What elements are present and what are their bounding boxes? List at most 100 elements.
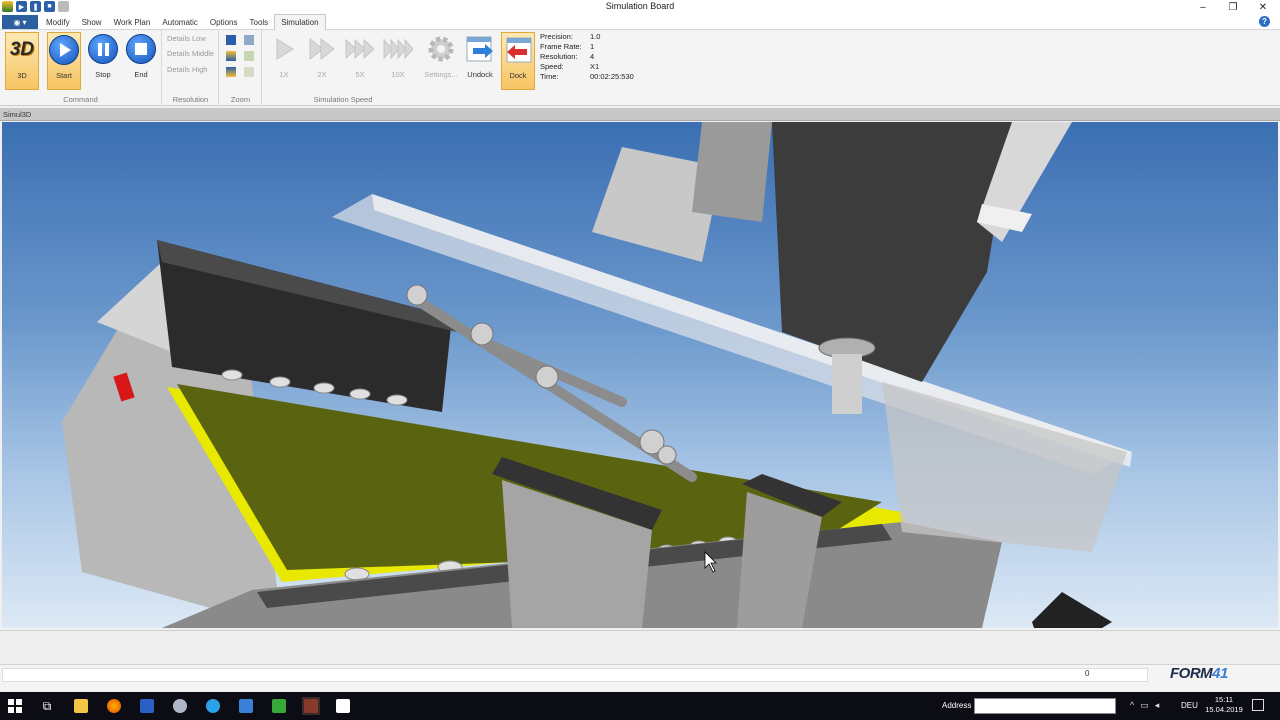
zoom-group-label: Zoom xyxy=(230,95,251,104)
right-rail xyxy=(882,382,1127,552)
simul3d-title: Simul3D xyxy=(3,110,32,119)
help-icon[interactable]: ? xyxy=(1259,16,1270,27)
menu-bar: ◉ ▾ Modify Show Work Plan Automatic Opti… xyxy=(0,14,1280,30)
settings-button[interactable]: Settings... xyxy=(423,32,459,90)
stop-icon xyxy=(126,34,156,64)
tab-work-plan[interactable]: Work Plan xyxy=(108,14,157,30)
clock-time: 15:11 xyxy=(1214,695,1234,704)
stop-button[interactable]: Stop xyxy=(86,32,120,90)
speed-10x-label: 10X xyxy=(391,70,405,79)
file-menu-button[interactable]: ◉ ▾ xyxy=(2,15,38,29)
system-tray: ^ ▭ ◂ xyxy=(1130,700,1159,711)
frame-rate-label: Frame Rate: xyxy=(540,42,582,51)
ribbon: 3D 3D Start Stop End Command Details Low… xyxy=(0,30,1280,106)
minimize-icon[interactable]: – xyxy=(1188,0,1218,14)
resolution-value: 4 xyxy=(590,52,595,61)
gear-icon xyxy=(428,36,454,62)
speed-10x-button[interactable]: 10X xyxy=(381,32,415,90)
task-view-icon[interactable]: ⧉ xyxy=(38,697,56,715)
tab-options[interactable]: Options xyxy=(204,14,244,30)
resolution-group: Details Low Details Middle Details High … xyxy=(163,30,219,106)
camtasia-icon[interactable] xyxy=(270,697,288,715)
file-explorer-icon[interactable] xyxy=(72,697,90,715)
chevron-up-icon[interactable]: ^ xyxy=(1130,700,1134,711)
status-value: 0 xyxy=(1085,669,1090,678)
zoom-fit-icon[interactable] xyxy=(226,51,236,61)
undock-icon xyxy=(466,36,493,62)
tab-tools[interactable]: Tools xyxy=(244,14,275,30)
network-app-icon[interactable] xyxy=(171,697,189,715)
zoom-group: Zoom xyxy=(220,30,262,106)
speed-2x-button[interactable]: 2X xyxy=(305,32,339,90)
end-button[interactable]: End xyxy=(124,32,158,90)
zoom-in-icon[interactable] xyxy=(226,35,236,45)
undock-label: Undock xyxy=(467,70,493,79)
tab-automatic[interactable]: Automatic xyxy=(156,14,204,30)
clock[interactable]: 15:11 15.04.2019 xyxy=(1202,695,1246,715)
3d-icon: 3D xyxy=(9,39,35,60)
speed-2x-icon xyxy=(309,37,335,61)
network-icon[interactable]: ▭ xyxy=(1140,700,1149,711)
logo-sub: 41 xyxy=(1212,665,1228,682)
volume-icon[interactable]: ◂ xyxy=(1155,700,1160,711)
globe-icon[interactable] xyxy=(204,697,222,715)
zoom-window-icon[interactable] xyxy=(244,51,254,61)
app-blue-icon[interactable] xyxy=(138,697,156,715)
close-icon[interactable]: ✕ xyxy=(1248,0,1278,14)
notification-icon[interactable] xyxy=(1252,699,1264,711)
details-middle-button[interactable]: Details Middle xyxy=(167,49,214,58)
3d-button[interactable]: 3D 3D xyxy=(5,32,39,90)
zoom-reset-icon[interactable] xyxy=(244,67,254,77)
time-value: 00:02:25:530 xyxy=(590,72,634,81)
frame-rate-value: 1 xyxy=(590,42,595,51)
start-button-label: Start xyxy=(56,71,72,80)
end-button-label: End xyxy=(134,70,148,79)
status-bar: 0 FORM41 xyxy=(0,664,1280,690)
speed-label: Speed: xyxy=(540,62,564,71)
speed-1x-button[interactable]: 1X xyxy=(267,32,301,90)
form41-logo: FORM41 xyxy=(1170,665,1228,682)
3d-viewport[interactable] xyxy=(2,122,1278,628)
settings-label: Settings... xyxy=(424,70,458,79)
details-low-button[interactable]: Details Low xyxy=(167,34,206,43)
speed-5x-button[interactable]: 5X xyxy=(343,32,377,90)
address-input[interactable] xyxy=(974,698,1116,714)
simulation-speed-group-label: Simulation Speed xyxy=(313,95,373,104)
command-group-label: Command xyxy=(63,95,98,104)
speed-10x-icon xyxy=(383,38,413,60)
active-app-icon[interactable] xyxy=(302,697,320,715)
bottom-panel xyxy=(0,630,1280,664)
undock-button[interactable]: Undock xyxy=(463,32,497,90)
chevron-down-icon: ▾ xyxy=(22,17,27,27)
tab-simulation[interactable]: Simulation xyxy=(274,14,326,30)
spindle xyxy=(832,354,862,414)
speed-value: X1 xyxy=(590,62,600,71)
start-button[interactable]: Start xyxy=(47,32,81,90)
time-label: Time: xyxy=(540,72,559,81)
zoom-all-icon[interactable] xyxy=(226,67,236,77)
details-high-button[interactable]: Details High xyxy=(167,65,207,74)
firefox-icon[interactable] xyxy=(105,697,123,715)
tab-show[interactable]: Show xyxy=(76,14,108,30)
clock-date: 15.04.2019 xyxy=(1205,705,1243,714)
terminal-icon[interactable] xyxy=(334,697,352,715)
play-icon xyxy=(49,35,79,65)
language-indicator[interactable]: DEU xyxy=(1181,701,1198,710)
dock-button[interactable]: Dock xyxy=(501,32,535,90)
speed-5x-label: 5X xyxy=(355,70,365,79)
address-label: Address xyxy=(942,701,972,710)
dock-label: Dock xyxy=(509,71,527,80)
precision-label: Precision: xyxy=(540,32,573,41)
zoom-out-icon[interactable] xyxy=(244,35,254,45)
simulation-speed-group: 1X 2X 5X 10X Settings... Undock Dock Sim… xyxy=(263,30,539,106)
windows-start-icon[interactable] xyxy=(6,697,24,715)
speed-1x-label: 1X xyxy=(279,70,289,79)
window-title: Simulation Board xyxy=(605,1,675,11)
file-menu-icon: ◉ xyxy=(13,17,21,27)
restore-icon[interactable]: ❐ xyxy=(1218,0,1248,14)
title-bar: ▶ ❚ ■ Simulation Board – ❐ ✕ xyxy=(0,0,1280,14)
tab-modify[interactable]: Modify xyxy=(40,14,76,30)
logo-main: FORM xyxy=(1170,665,1213,682)
window-app-icon[interactable] xyxy=(237,697,255,715)
3d-button-label: 3D xyxy=(17,71,27,80)
